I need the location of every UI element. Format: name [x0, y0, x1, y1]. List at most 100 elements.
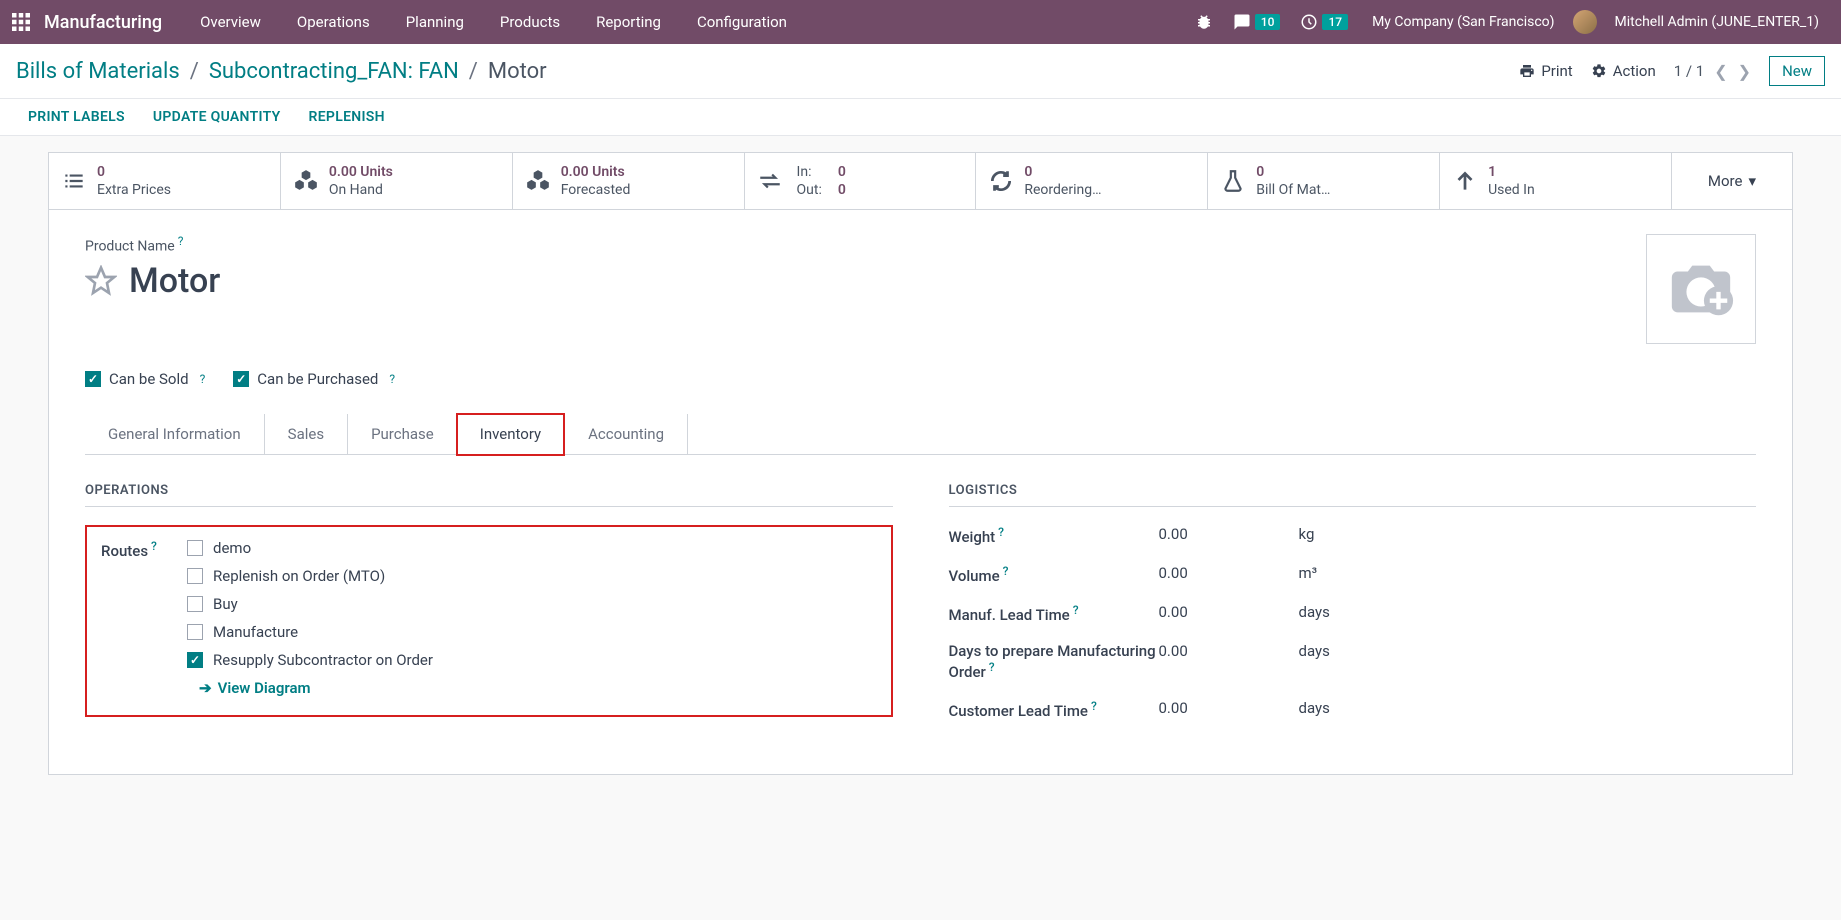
- cubes-icon: [293, 168, 319, 194]
- breadcrumb-sep: /: [190, 59, 199, 84]
- stat-label: Reordering…: [1024, 181, 1101, 199]
- print-button[interactable]: Print: [1519, 62, 1572, 80]
- replenish-button[interactable]: REPLENISH: [309, 109, 385, 125]
- route-mto[interactable]: Replenish on Order (MTO): [187, 567, 433, 585]
- activities-icon[interactable]: 17: [1294, 13, 1354, 31]
- field-unit: days: [1299, 603, 1330, 621]
- arrow-up-icon: [1452, 168, 1478, 194]
- checkbox-icon: [233, 371, 249, 387]
- help-icon[interactable]: ?: [389, 372, 395, 386]
- header-actions: Print Action 1 / 1 ❮ ❯ New: [1519, 56, 1825, 86]
- pager-next-icon[interactable]: ❯: [1738, 62, 1751, 81]
- tab-general-information[interactable]: General Information: [85, 414, 264, 455]
- tab-sales[interactable]: Sales: [265, 414, 347, 455]
- caret-down-icon: ▾: [1748, 172, 1756, 190]
- cubes-icon: [525, 168, 551, 194]
- field-unit: kg: [1299, 525, 1315, 543]
- new-button[interactable]: New: [1769, 56, 1825, 86]
- nav-configuration[interactable]: Configuration: [683, 13, 801, 31]
- checkbox-icon: [187, 540, 203, 556]
- image-upload[interactable]: [1646, 234, 1756, 344]
- can-be-purchased-checkbox[interactable]: Can be Purchased ?: [233, 370, 395, 388]
- route-resupply-subcontractor[interactable]: Resupply Subcontractor on Order: [187, 651, 433, 669]
- pager-text[interactable]: 1 / 1: [1674, 62, 1705, 80]
- field-unit: m³: [1299, 564, 1318, 582]
- stat-bom[interactable]: 0 Bill Of Mat…: [1208, 153, 1440, 209]
- apps-icon[interactable]: [12, 13, 30, 31]
- stat-extra-prices[interactable]: 0 Extra Prices: [49, 153, 281, 209]
- user-menu[interactable]: Mitchell Admin (JUNE_ENTER_1): [1605, 14, 1829, 30]
- tab-accounting[interactable]: Accounting: [565, 414, 687, 455]
- action-label: Action: [1613, 62, 1656, 80]
- out-val: 0: [838, 182, 846, 198]
- help-icon[interactable]: ?: [151, 539, 157, 553]
- operations-section: OPERATIONS Routes? demo: [85, 483, 893, 738]
- stat-reordering[interactable]: 0 Reordering…: [976, 153, 1208, 209]
- field-value[interactable]: 0.00: [1159, 699, 1299, 717]
- stat-more-button[interactable]: More ▾: [1672, 153, 1792, 209]
- field-value[interactable]: 0.00: [1159, 642, 1299, 660]
- checkbox-icon: [187, 624, 203, 640]
- bug-icon[interactable]: [1189, 13, 1219, 31]
- field-value[interactable]: 0.00: [1159, 525, 1299, 543]
- in-val: 0: [838, 164, 846, 180]
- stat-val: 0: [1256, 163, 1330, 181]
- breadcrumb-root[interactable]: Bills of Materials: [16, 59, 180, 84]
- field-unit: days: [1299, 699, 1330, 717]
- stat-val: 0: [97, 163, 171, 181]
- view-diagram-link[interactable]: ➔ View Diagram: [199, 679, 433, 697]
- breadcrumb-sep: /: [469, 59, 478, 84]
- print-icon: [1519, 63, 1535, 79]
- help-icon[interactable]: ?: [1073, 603, 1079, 617]
- out-label: Out:: [797, 182, 822, 198]
- star-icon[interactable]: [85, 265, 117, 297]
- field-value[interactable]: 0.00: [1159, 603, 1299, 621]
- help-icon[interactable]: ?: [200, 372, 206, 386]
- checkbox-icon: [187, 568, 203, 584]
- can-be-sold-checkbox[interactable]: Can be Sold ?: [85, 370, 205, 388]
- stat-in-out[interactable]: In: 0 Out: 0: [745, 153, 977, 209]
- transfer-icon: [757, 168, 783, 194]
- help-icon[interactable]: ?: [989, 660, 995, 674]
- print-labels-button[interactable]: PRINT LABELS: [28, 109, 125, 125]
- help-icon[interactable]: ?: [998, 525, 1004, 539]
- field-label: Customer Lead Time: [949, 702, 1088, 720]
- help-icon[interactable]: ?: [1003, 564, 1009, 578]
- company-selector[interactable]: My Company (San Francisco): [1362, 14, 1564, 30]
- messages-icon[interactable]: 10: [1227, 13, 1287, 31]
- avatar-icon[interactable]: [1573, 10, 1597, 34]
- breadcrumb-parent[interactable]: Subcontracting_FAN: FAN: [209, 59, 459, 84]
- app-title[interactable]: Manufacturing: [44, 12, 162, 33]
- help-icon[interactable]: ?: [178, 234, 184, 248]
- nav-operations[interactable]: Operations: [283, 13, 384, 31]
- nav-reporting[interactable]: Reporting: [582, 13, 675, 31]
- stat-used-in[interactable]: 1 Used In: [1440, 153, 1672, 209]
- tab-inventory[interactable]: Inventory: [457, 414, 564, 455]
- field-label: Weight: [949, 528, 996, 546]
- nav-overview[interactable]: Overview: [186, 13, 275, 31]
- product-name[interactable]: Motor: [129, 261, 220, 301]
- pager-prev-icon[interactable]: ❮: [1714, 62, 1727, 81]
- stat-on-hand[interactable]: 0.00 Units On Hand: [281, 153, 513, 209]
- route-demo[interactable]: demo: [187, 539, 433, 557]
- route-list: demo Replenish on Order (MTO) Buy: [187, 539, 433, 697]
- route-buy[interactable]: Buy: [187, 595, 433, 613]
- nav-products[interactable]: Products: [486, 13, 574, 31]
- checkbox-icon: [187, 652, 203, 668]
- view-diagram-label: View Diagram: [218, 679, 311, 697]
- operations-title: OPERATIONS: [85, 483, 893, 507]
- field-value[interactable]: 0.00: [1159, 564, 1299, 582]
- logistics-customer-lead-time: Customer Lead Time? 0.00 days: [949, 699, 1757, 720]
- action-button[interactable]: Action: [1591, 62, 1656, 80]
- stat-forecasted[interactable]: 0.00 Units Forecasted: [513, 153, 745, 209]
- logistics-section: LOGISTICS Weight? 0.00 kg Volume? 0.00 m…: [949, 483, 1757, 738]
- activities-badge: 17: [1322, 14, 1348, 30]
- update-quantity-button[interactable]: UPDATE QUANTITY: [153, 109, 281, 125]
- stat-label: Used In: [1488, 181, 1535, 199]
- help-icon[interactable]: ?: [1091, 699, 1097, 713]
- logistics-days-prepare-mo: Days to prepare Manufacturing Order? 0.0…: [949, 642, 1757, 681]
- tab-purchase[interactable]: Purchase: [348, 414, 457, 455]
- logistics-volume: Volume? 0.00 m³: [949, 564, 1757, 585]
- route-manufacture[interactable]: Manufacture: [187, 623, 433, 641]
- nav-planning[interactable]: Planning: [392, 13, 478, 31]
